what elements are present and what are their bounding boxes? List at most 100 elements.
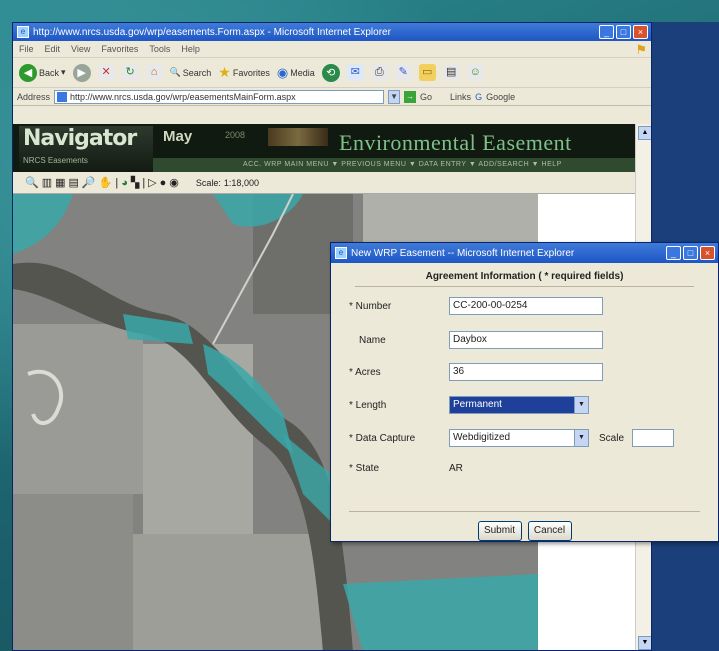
name-label: Name (359, 334, 386, 346)
research-button[interactable]: ▤ (442, 64, 460, 81)
state-row: * State AR (349, 463, 463, 474)
data-capture-label: * Data Capture (349, 432, 416, 444)
ie-icon: e (335, 247, 347, 259)
maximize-icon[interactable]: □ (616, 25, 631, 39)
go-arrow-icon[interactable]: → (404, 90, 417, 103)
menu-edit[interactable]: Edit (45, 44, 61, 54)
messenger-button[interactable]: ☺ (466, 64, 484, 81)
grid-icon[interactable]: ▦ (55, 176, 65, 189)
mail-button[interactable]: ✉ (346, 64, 364, 81)
dialog-titlebar[interactable]: e New WRP Easement -- Microsoft Internet… (331, 243, 718, 263)
star-icon: ★ (218, 64, 231, 80)
chevron-down-icon[interactable]: ▼ (574, 430, 588, 446)
history-button[interactable]: ⟲ (321, 63, 340, 82)
record-icon[interactable]: ● (160, 177, 167, 189)
sep-icon: | (142, 176, 146, 189)
layer-icon[interactable]: ▥ (42, 176, 52, 189)
acres-input[interactable]: 36 (449, 363, 603, 381)
dialog-divider (349, 511, 700, 512)
play-icon[interactable]: ▷ (148, 176, 156, 189)
folder-button[interactable]: ▭ (418, 64, 436, 81)
browser-titlebar[interactable]: e http://www.nrcs.usda.gov/wrp/easements… (13, 23, 651, 41)
state-label: * State (349, 463, 380, 474)
chevron-down-icon[interactable]: ▼ (574, 397, 588, 413)
zoom-out-icon[interactable]: 🔎 (82, 176, 96, 189)
close-icon[interactable]: × (700, 246, 715, 260)
dialog-body: Agreement Information ( * required field… (335, 265, 714, 541)
print-icon: ⎙ (370, 64, 388, 81)
go-button[interactable]: Go (420, 92, 432, 102)
scroll-up-icon[interactable]: ▲ (638, 126, 651, 140)
field-parcel (133, 534, 333, 650)
easement-area[interactable] (343, 574, 538, 651)
sep-icon: | (115, 176, 119, 189)
ie-icon: e (17, 26, 29, 38)
address-dropdown-icon[interactable]: ▼ (388, 89, 401, 104)
menu-favorites[interactable]: Favorites (101, 44, 138, 54)
print-button[interactable]: ⎙ (370, 64, 388, 81)
search-button[interactable]: 🔍 Search (170, 67, 212, 78)
messenger-icon: ☺ (466, 64, 484, 81)
name-input[interactable]: Daybox (449, 331, 603, 349)
pan-hand-icon[interactable]: ✋ (99, 176, 113, 189)
banner-year: 2008 (225, 130, 246, 140)
google-label[interactable]: Google (486, 92, 515, 102)
site-banner: Navigator NRCS Easements May 2008 Enviro… (13, 124, 635, 172)
stop-circle-icon[interactable]: ◉ (169, 176, 179, 189)
menu-help[interactable]: Help (181, 44, 200, 54)
search-icon: 🔍 (169, 67, 181, 77)
history-icon: ⟲ (321, 63, 340, 82)
media-button[interactable]: ◉ Media (277, 65, 315, 81)
address-bar: Address http://www.nrcs.usda.gov/wrp/eas… (13, 88, 651, 106)
page-icon (57, 91, 68, 102)
address-input[interactable]: http://www.nrcs.usda.gov/wrp/easementsMa… (54, 89, 385, 104)
state-value: AR (449, 463, 463, 474)
google-toolbar-icon: G (475, 91, 483, 102)
minimize-icon[interactable]: _ (666, 246, 681, 260)
binoculars-icon[interactable]: ▚ (131, 176, 139, 189)
research-icon: ▤ (442, 64, 460, 81)
dialog-title: New WRP Easement -- Microsoft Internet E… (351, 247, 575, 259)
banner-nav-menu[interactable]: ACC. WRP MAIN MENU ▼ PREVIOUS MENU ▼ DAT… (153, 158, 635, 172)
media-icon: ◉ (276, 64, 289, 80)
data-capture-select[interactable]: Webdigitized ▼ (449, 429, 589, 447)
menu-file[interactable]: File (19, 44, 34, 54)
scroll-down-icon[interactable]: ▼ (638, 636, 651, 650)
scale-label: Scale (599, 432, 625, 444)
back-button[interactable]: ◀ Back ▾ (19, 63, 66, 82)
minimize-icon[interactable]: _ (599, 25, 614, 39)
map-scale-value: 1:18,000 (223, 177, 259, 188)
mail-icon: ✉ (346, 64, 364, 81)
acres-row: * Acres 36 (349, 363, 603, 381)
home-button[interactable]: ⌂ (145, 64, 163, 81)
length-select[interactable]: Permanent ▼ (449, 396, 589, 414)
navigator-logo[interactable]: Navigator NRCS Easements (19, 126, 153, 170)
links-label[interactable]: Links (450, 92, 471, 102)
number-input[interactable]: CC-200-00-0254 (449, 297, 603, 315)
length-row: * Length Permanent ▼ (349, 396, 589, 414)
zoom-in-icon[interactable]: 🔍 (25, 176, 39, 189)
menu-view[interactable]: View (71, 44, 90, 54)
acres-label: * Acres (349, 366, 381, 378)
edit-button[interactable]: ✎ (394, 64, 412, 81)
globe-icon[interactable]: ◕ (121, 177, 128, 189)
maximize-icon[interactable]: □ (683, 246, 698, 260)
refresh-button[interactable]: ↻ (121, 64, 139, 81)
favorites-button[interactable]: ★ Favorites (218, 64, 270, 81)
scale-input[interactable] (632, 429, 675, 447)
field-parcel (13, 494, 133, 650)
home-icon: ⌂ (145, 64, 163, 81)
stop-button[interactable]: ✕ (97, 64, 115, 81)
dialog-buttons: Submit Cancel (335, 521, 714, 541)
number-label: * Number (349, 300, 392, 312)
map-scale-label: Scale: (195, 177, 221, 188)
map-toolbar: 🔍 ▥ ▦ ▤ 🔎 ✋ | ◕ ▚ | ▷ ● ◉ Scale: 1:18,00… (13, 172, 635, 194)
submit-button[interactable]: Submit (477, 521, 522, 541)
close-icon[interactable]: × (633, 25, 648, 39)
banner-title: Environmental Easement (339, 130, 572, 155)
cancel-button[interactable]: Cancel (527, 521, 572, 541)
menu-tools[interactable]: Tools (149, 44, 170, 54)
field-parcel (13, 324, 143, 494)
table-icon[interactable]: ▤ (69, 176, 79, 189)
forward-button[interactable]: ▶ (72, 63, 91, 82)
